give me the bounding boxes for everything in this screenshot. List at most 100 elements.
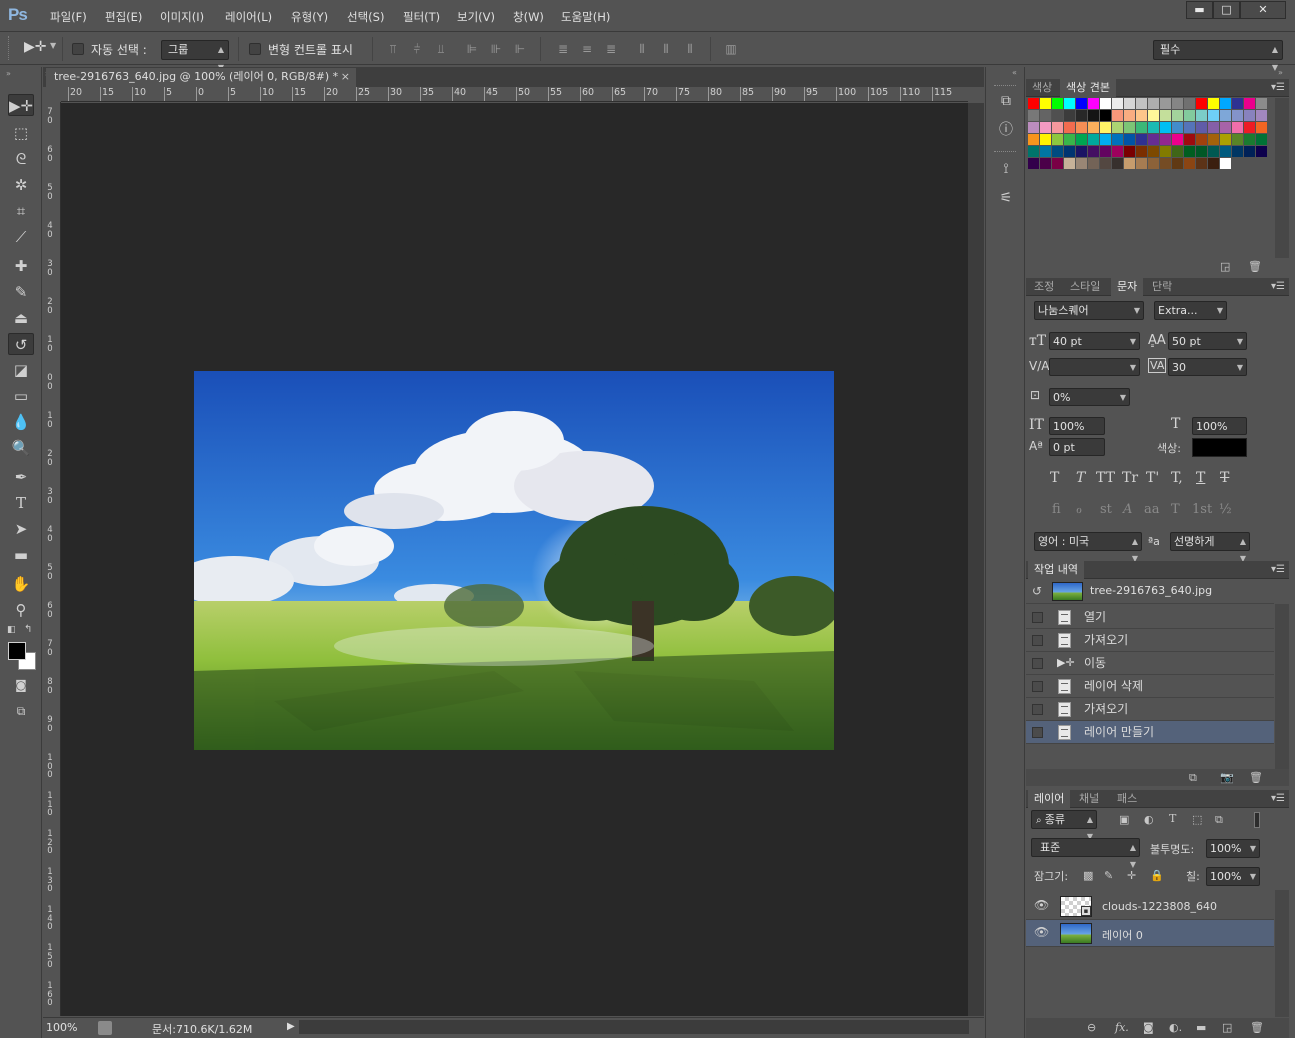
align-bottom-icon[interactable]: ⫫ <box>434 42 448 56</box>
blend-mode-select[interactable]: 표준 ▲ ▼ <box>1031 838 1140 869</box>
filter-shape-icon[interactable]: ⬚ <box>1192 813 1202 826</box>
color-swatch[interactable] <box>1232 110 1243 121</box>
color-swatch[interactable] <box>1232 134 1243 145</box>
color-swatch[interactable] <box>1220 98 1231 109</box>
color-swatch[interactable] <box>1064 158 1075 169</box>
new-snapshot-icon[interactable]: 📷 <box>1220 771 1234 784</box>
history-source-checkbox[interactable] <box>1032 658 1043 669</box>
document-tab[interactable]: tree-2916763_640.jpg @ 100% (레이어 0, RGB/… <box>46 68 356 87</box>
color-swatch[interactable] <box>1088 122 1099 133</box>
close-tab-icon[interactable]: × <box>341 68 350 86</box>
color-swatch[interactable] <box>1052 122 1063 133</box>
new-group-icon[interactable]: ▬ <box>1196 1021 1206 1034</box>
color-swatch[interactable] <box>1064 98 1075 109</box>
share-icon[interactable] <box>98 1021 112 1035</box>
color-swatch[interactable] <box>1172 134 1183 145</box>
color-swatch[interactable] <box>1196 98 1207 109</box>
info-icon[interactable]: ⓘ <box>996 120 1016 140</box>
color-swatch[interactable] <box>1232 98 1243 109</box>
screen-mode-icon[interactable]: ⧉ <box>8 700 34 722</box>
color-swatch[interactable] <box>1052 134 1063 145</box>
layer-comps-icon[interactable]: ⧉ <box>996 91 1016 111</box>
history-item-new-layer[interactable]: 레이어 만들기 <box>1026 721 1274 744</box>
color-swatch[interactable] <box>1244 134 1255 145</box>
color-swatch[interactable] <box>1244 122 1255 133</box>
history-item-delete-layer[interactable]: 레이어 삭제 <box>1026 675 1274 698</box>
tab-adjustments[interactable]: 조정 <box>1028 278 1060 296</box>
color-swatch[interactable] <box>1028 110 1039 121</box>
history-source-checkbox[interactable] <box>1032 612 1043 623</box>
color-swatch[interactable] <box>1160 98 1171 109</box>
color-swatch[interactable] <box>1100 146 1111 157</box>
color-swatch[interactable] <box>1112 110 1123 121</box>
transform-controls-checkbox[interactable] <box>249 43 261 55</box>
text-color-swatch[interactable] <box>1192 438 1247 457</box>
kerning-select[interactable]: ▼ <box>1049 358 1140 376</box>
align-left-icon[interactable]: ⊫ <box>465 42 479 56</box>
ordinals-button[interactable]: 1st <box>1192 502 1212 517</box>
lock-position-icon[interactable]: ✛ <box>1127 869 1136 882</box>
layer-style-icon[interactable]: fx. <box>1115 1021 1129 1034</box>
color-swatch[interactable] <box>1136 146 1147 157</box>
menu-help[interactable]: 도움말(H) <box>561 9 610 25</box>
tracking-select[interactable]: 30 ▼ <box>1168 358 1247 376</box>
color-swatch[interactable] <box>1244 146 1255 157</box>
color-swatch[interactable] <box>1088 146 1099 157</box>
tool-presets-icon[interactable]: ⚟ <box>996 188 1016 208</box>
color-swatch[interactable] <box>1208 146 1219 157</box>
font-family-select[interactable]: 나눔스퀘어 ▼ <box>1034 301 1144 320</box>
swash-button[interactable]: A <box>1123 502 1132 517</box>
baseline-shift-input[interactable]: 0 pt <box>1049 438 1105 456</box>
distribute-hcenter-icon[interactable]: ⫴ <box>659 42 673 56</box>
new-layer-icon[interactable]: ◲ <box>1222 1021 1232 1034</box>
color-swatch[interactable] <box>1064 110 1075 121</box>
gradient-tool-icon[interactable]: ▭ <box>8 385 34 407</box>
foreground-color-swatch[interactable] <box>8 642 26 660</box>
default-colors-icon[interactable]: ◧ <box>7 625 16 635</box>
color-swatch[interactable] <box>1172 98 1183 109</box>
color-swatch[interactable] <box>1088 110 1099 121</box>
swap-colors-icon[interactable]: ↰ <box>24 624 32 635</box>
underline-button[interactable]: T <box>1196 470 1205 486</box>
color-swatch[interactable] <box>1100 122 1111 133</box>
link-layers-icon[interactable]: ⊖ <box>1087 1021 1096 1034</box>
stylistic-alt-button[interactable]: aa <box>1144 502 1160 517</box>
delete-state-icon[interactable]: 🗑 <box>1249 771 1263 784</box>
color-swatch[interactable] <box>1160 134 1171 145</box>
visibility-eye-icon[interactable]: 👁 <box>1034 926 1049 938</box>
color-swatch[interactable] <box>1088 134 1099 145</box>
color-swatch[interactable] <box>1028 158 1039 169</box>
healing-brush-tool-icon[interactable]: ✚ <box>8 255 34 277</box>
canvas-image[interactable] <box>194 371 834 750</box>
panel-menu-icon[interactable]: ▾☰ <box>1271 82 1285 93</box>
color-swatch[interactable] <box>1172 110 1183 121</box>
workspace-dropdown[interactable]: 필수 ▲ ▼ <box>1153 40 1283 72</box>
color-swatch[interactable] <box>1148 134 1159 145</box>
color-swatch[interactable] <box>1052 110 1063 121</box>
color-swatch[interactable] <box>1184 134 1195 145</box>
small-caps-button[interactable]: Tr <box>1122 470 1138 486</box>
font-size-input[interactable]: 40 pt ▼ <box>1049 332 1140 350</box>
history-brush-source-icon[interactable]: ↺ <box>1032 584 1042 598</box>
distribute-left-icon[interactable]: ⫴ <box>635 42 649 56</box>
color-swatch[interactable] <box>1136 134 1147 145</box>
color-swatch[interactable] <box>1100 110 1111 121</box>
color-swatch[interactable] <box>1220 158 1231 169</box>
tsume-select[interactable]: 0% ▼ <box>1049 388 1130 406</box>
layer-filter-select[interactable]: ⌕ 종류 ▲ ▼ <box>1031 810 1097 841</box>
quick-mask-icon[interactable]: ◙ <box>8 674 34 696</box>
color-swatch[interactable] <box>1172 158 1183 169</box>
color-swatch[interactable] <box>1124 122 1135 133</box>
color-swatch[interactable] <box>1184 146 1195 157</box>
move-tool-preset-icon[interactable]: ▶✛ <box>24 39 47 55</box>
color-swatch[interactable] <box>1112 146 1123 157</box>
color-swatch[interactable] <box>1196 110 1207 121</box>
menu-image[interactable]: 이미지(I) <box>160 9 204 25</box>
color-swatch[interactable] <box>1040 98 1051 109</box>
minimize-button[interactable]: ▬ <box>1186 1 1213 19</box>
auto-align-icon[interactable]: ▥ <box>724 42 738 56</box>
tab-swatches[interactable]: 색상 견본 <box>1060 79 1116 97</box>
panel-menu-icon[interactable]: ▾☰ <box>1271 564 1285 575</box>
distribute-top-icon[interactable]: ≣ <box>556 42 570 56</box>
tab-character[interactable]: 문자 <box>1111 278 1144 296</box>
